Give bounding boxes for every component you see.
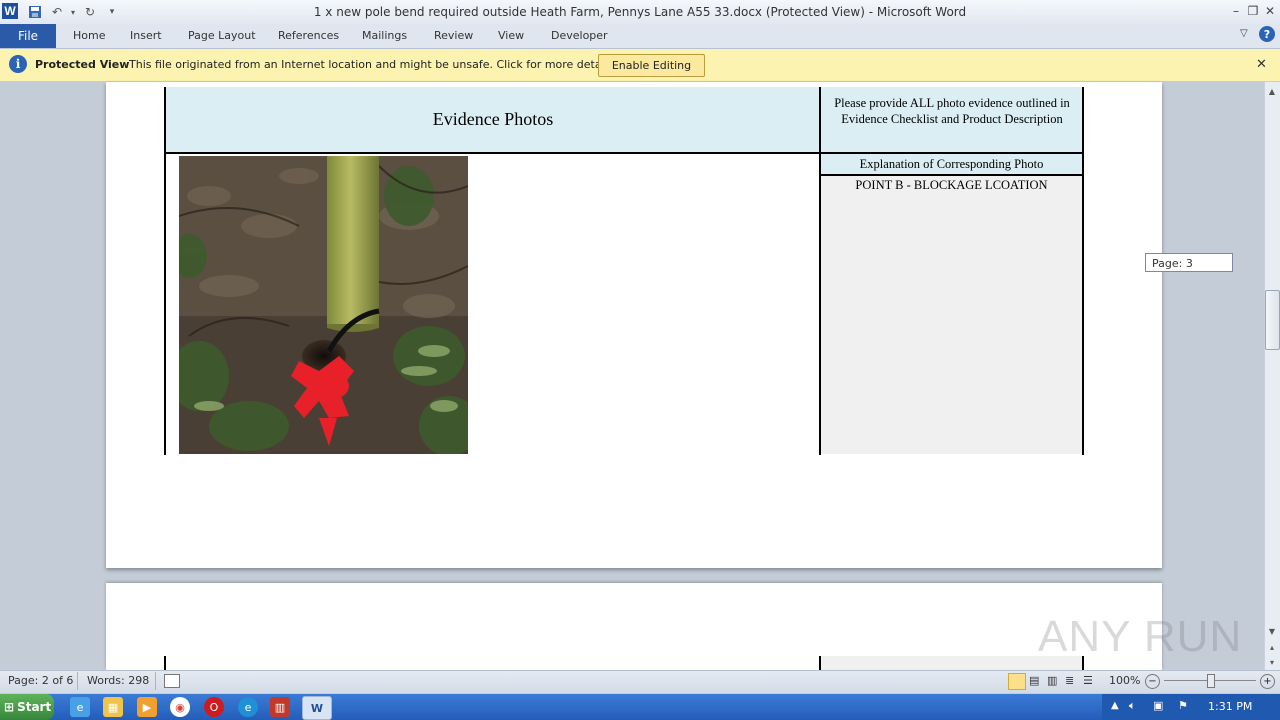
winrar-icon[interactable]: ▥ bbox=[270, 697, 290, 717]
scroll-thumb[interactable] bbox=[1265, 290, 1280, 350]
help-icon[interactable]: ? bbox=[1259, 26, 1275, 42]
page-tooltip: Page: 3 bbox=[1145, 253, 1233, 272]
proofing-icon[interactable] bbox=[164, 674, 180, 688]
next-page-icon[interactable]: ▾ bbox=[1265, 655, 1279, 669]
explanation-header: Explanation of Corresponding Photo bbox=[821, 154, 1082, 174]
full-screen-reading-icon[interactable]: ▤ bbox=[1029, 674, 1039, 687]
tab-home[interactable]: Home bbox=[73, 24, 105, 48]
expand-ribbon-icon[interactable]: ▽ bbox=[1240, 28, 1248, 39]
restore-icon[interactable]: ❐ bbox=[1244, 2, 1262, 20]
status-separator bbox=[155, 672, 156, 690]
draft-icon[interactable]: ☰ bbox=[1083, 674, 1093, 687]
watermark: ANY RUN bbox=[1038, 612, 1243, 661]
table-border-expl bbox=[819, 174, 1084, 176]
enable-editing-button[interactable]: Enable Editing bbox=[598, 54, 705, 77]
status-separator bbox=[77, 672, 78, 690]
zoom-slider-thumb[interactable] bbox=[1207, 674, 1215, 688]
tab-references[interactable]: References bbox=[278, 24, 339, 48]
table-border-right bbox=[1082, 87, 1084, 455]
action-center-flag-icon[interactable]: ⚑ bbox=[1178, 699, 1188, 712]
ie-icon[interactable]: e bbox=[70, 697, 90, 717]
evidence-instructions: Please provide ALL photo evidence outlin… bbox=[834, 96, 1070, 126]
evidence-photo bbox=[179, 156, 468, 454]
scroll-down-icon[interactable]: ▼ bbox=[1265, 624, 1279, 638]
opera-icon[interactable]: O bbox=[204, 697, 224, 717]
taskbar bbox=[0, 694, 1280, 720]
explanation-cell bbox=[821, 176, 1082, 454]
start-button[interactable]: ⊞ Start bbox=[0, 694, 54, 720]
previous-page-icon[interactable]: ▴ bbox=[1265, 640, 1279, 654]
explorer-icon[interactable]: ▦ bbox=[103, 697, 123, 717]
zoom-in-icon[interactable]: + bbox=[1260, 674, 1275, 689]
tab-review[interactable]: Review bbox=[434, 24, 473, 48]
info-icon: i bbox=[9, 55, 27, 73]
word-count[interactable]: Words: 298 bbox=[87, 674, 149, 687]
tab-developer[interactable]: Developer bbox=[551, 24, 608, 48]
tab-page-layout[interactable]: Page Layout bbox=[188, 24, 256, 48]
outline-icon[interactable]: ≣ bbox=[1065, 674, 1074, 687]
evidence-photos-title: Evidence Photos bbox=[432, 109, 554, 129]
clock[interactable]: 1:31 PM bbox=[1208, 700, 1252, 713]
chrome-icon[interactable]: ◉ bbox=[170, 697, 190, 717]
network-icon[interactable]: ▣ bbox=[1153, 699, 1163, 712]
page-count[interactable]: Page: 2 of 6 bbox=[8, 674, 73, 687]
protected-view-message[interactable]: This file originated from an Internet lo… bbox=[129, 58, 617, 71]
protected-view-title: Protected View bbox=[35, 58, 130, 71]
web-layout-icon[interactable]: ▥ bbox=[1047, 674, 1057, 687]
volume-icon[interactable]: 🔈︎ bbox=[1129, 699, 1136, 713]
tab-view[interactable]: View bbox=[498, 24, 524, 48]
tray-expand-icon[interactable]: ▲ bbox=[1111, 700, 1119, 711]
start-label: Start bbox=[17, 700, 52, 714]
scroll-up-icon[interactable]: ▲ bbox=[1265, 84, 1279, 98]
close-window-icon[interactable]: ✕ bbox=[1261, 2, 1279, 20]
photo-of-pole-with-red-paint-marking-icon bbox=[179, 156, 468, 454]
tab-insert[interactable]: Insert bbox=[130, 24, 162, 48]
close-bar-icon[interactable]: ✕ bbox=[1256, 57, 1267, 72]
windows-logo-icon: ⊞ bbox=[4, 700, 15, 714]
media-player-icon[interactable]: ▶ bbox=[137, 697, 157, 717]
window-title: 1 x new pole bend required outside Heath… bbox=[313, 5, 967, 19]
zoom-out-icon[interactable]: − bbox=[1145, 674, 1160, 689]
zoom-level[interactable]: 100% bbox=[1109, 674, 1140, 687]
print-layout-icon[interactable] bbox=[1008, 673, 1026, 690]
tab-file[interactable]: File bbox=[0, 24, 56, 48]
minimize-icon[interactable]: – bbox=[1227, 2, 1245, 20]
explanation-text: POINT B - BLOCKAGE LCOATION bbox=[855, 178, 1048, 192]
vertical-scrollbar[interactable] bbox=[1264, 82, 1280, 670]
table-border-left-next bbox=[164, 656, 166, 670]
word-taskbar-button[interactable]: W bbox=[302, 696, 332, 720]
edge-icon[interactable]: e bbox=[238, 697, 258, 717]
tab-mailings[interactable]: Mailings bbox=[362, 24, 407, 48]
